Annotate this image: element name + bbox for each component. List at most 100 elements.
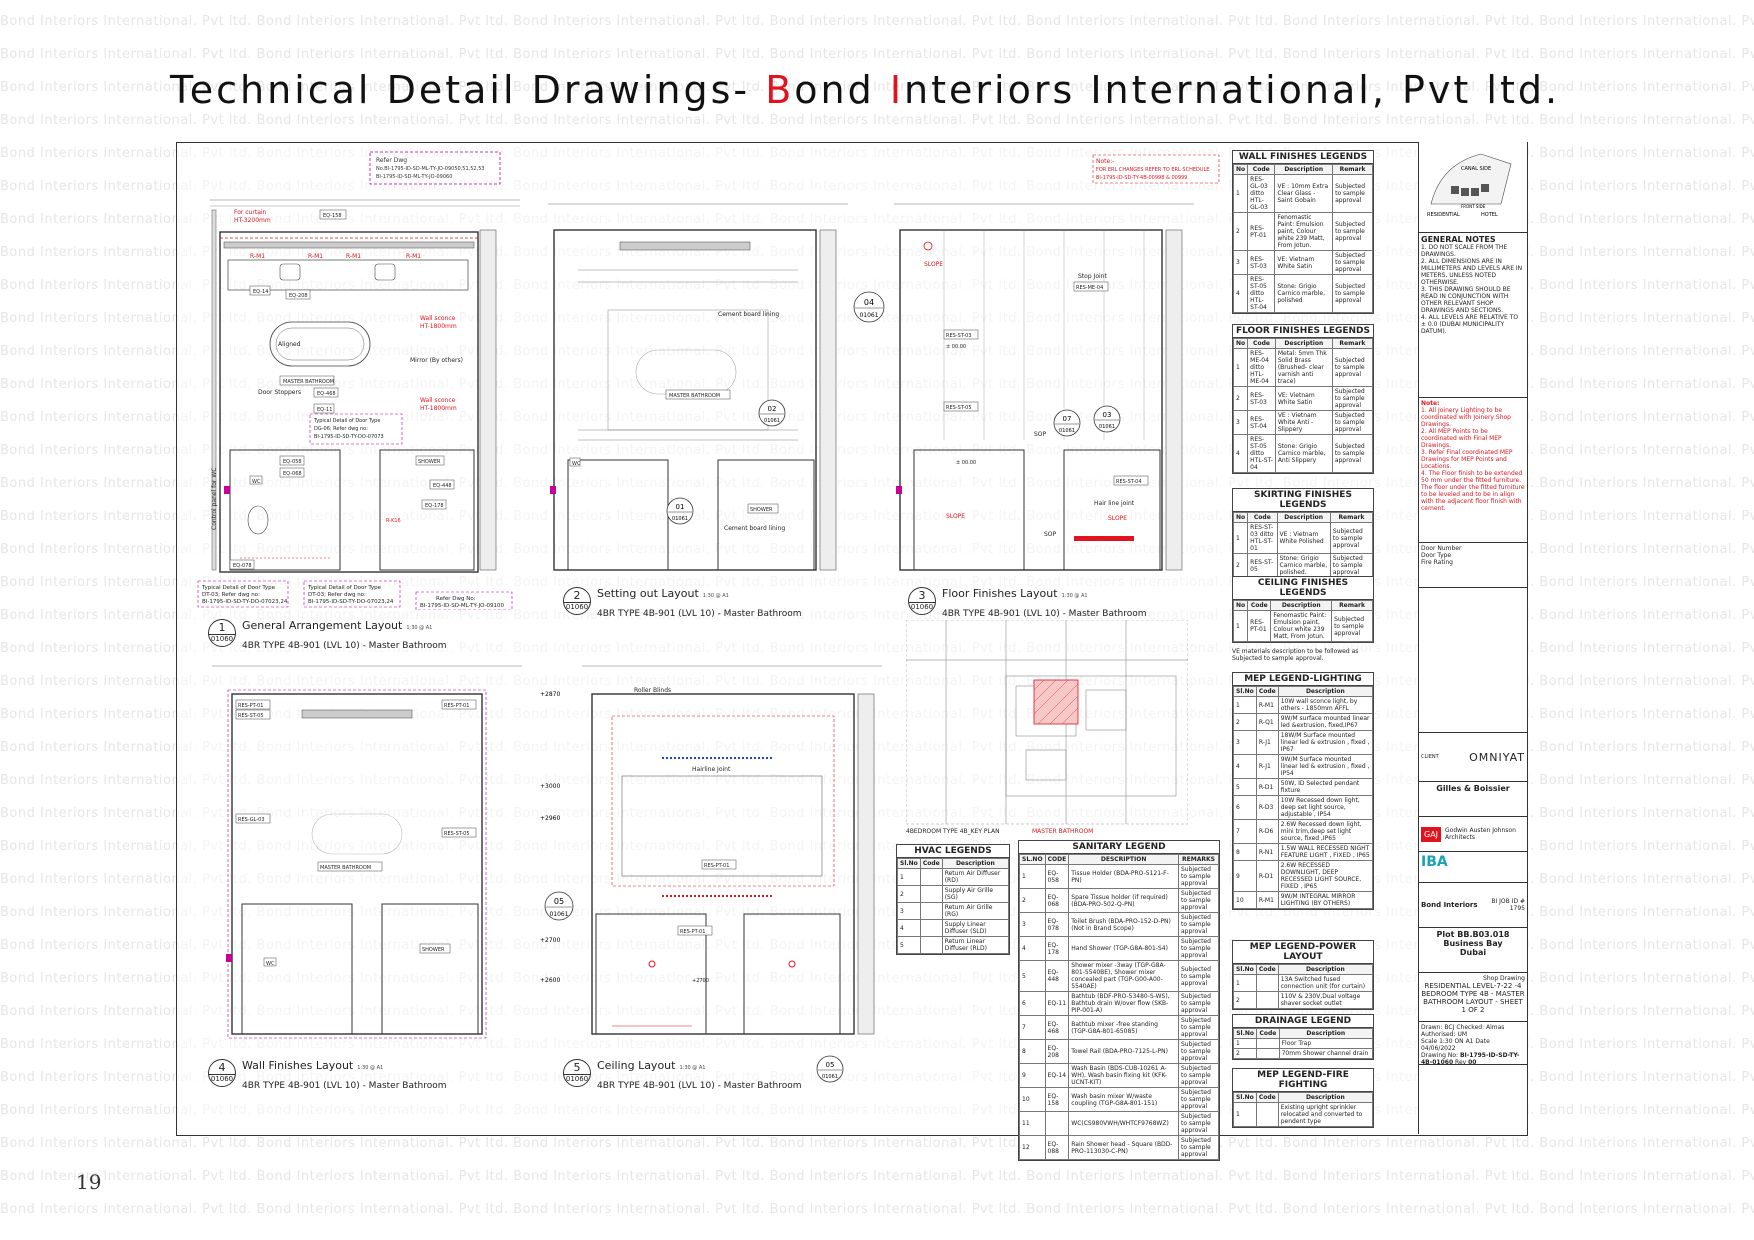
plan1-shower: SHOWER	[418, 459, 441, 465]
legend-cell: 8	[1019, 1039, 1046, 1064]
plan1-door-note-2b: DT-03; Refer dwg no:	[308, 592, 366, 598]
legend-cell: Subjected to sample approval	[1178, 1087, 1219, 1112]
legend-cell: 1	[897, 868, 921, 886]
ve-note-line2: Subjected to sample approval.	[1232, 655, 1324, 662]
watermark-line: Bond Interiors International. Pvt ltd. B…	[0, 47, 1754, 62]
legend-cell: 9W/M surface mounted linear led &extrusi…	[1277, 713, 1374, 731]
legend-cell: RES-ST-03 ditto HTL-ST-01	[1247, 522, 1278, 554]
legend-row: 2 R-Q1 9W/M surface mounted linear led &ex…	[1233, 713, 1374, 731]
red-note-4: 4. The Floor finish to be extended 50 mm…	[1421, 470, 1525, 512]
view-subtitle: 4BR TYPE 4B-901 (LVL 10) - Master Bathro…	[597, 609, 802, 619]
legend-cell: EQ-158	[1044, 1087, 1070, 1112]
marker-03-num: 03	[1103, 411, 1112, 419]
legend-cell: Subjected to sample approval	[1331, 434, 1374, 473]
plan1-door-stoppers: Door Stoppers	[258, 389, 301, 396]
view-title: Setting out Layout	[597, 587, 699, 600]
key-map: CANAL SIDE RESIDENTIAL HOTEL FRONT SIDE	[1419, 142, 1527, 233]
legend-cell: R-D1	[1255, 860, 1279, 892]
legend-cell: Subjected to sample approval	[1178, 864, 1219, 889]
view-subtitle: 4BR TYPE 4B-901 (LVL 10) - Master Bathro…	[242, 1081, 447, 1091]
plan1-aligned: Aligned	[278, 341, 301, 348]
legend-row: 4 RES-ST-05 ditto HTL-ST-04 Stone: Grigio …	[1232, 274, 1373, 313]
legend-cell: VE: Vietnam White Satin	[1274, 386, 1333, 411]
legend-cell: R-D3	[1255, 795, 1279, 820]
legend-cell: Subjected to sample approval	[1178, 991, 1219, 1016]
legend-cell: RES-ST-03	[1247, 386, 1276, 411]
legend-cell: Subjected to sample approval	[1332, 274, 1373, 313]
legend-cell	[919, 919, 943, 937]
skirting-finishes-title: SKIRTING FINISHES LEGENDS	[1233, 489, 1373, 512]
door-legend-number: Door Number	[1421, 545, 1462, 552]
legend-row: 4 EQ-178 Hand Shower (TGP-G8A-801-S4) Subje…	[1019, 936, 1219, 961]
legend-cell: RES-ST-05	[1247, 553, 1278, 578]
legend-cell: R-N1	[1255, 843, 1279, 861]
date-label: Date	[1475, 1038, 1490, 1045]
legend-cell: 4	[1233, 754, 1257, 779]
legend-cell	[1255, 991, 1279, 1009]
hvac-legend-table: Sl.No Code Description 1 Return Air Diffuser…	[897, 858, 1010, 954]
plan1-wall-sconce-2: Wall sconce	[420, 397, 456, 404]
legend-cell: 9	[1019, 1063, 1046, 1088]
title-part: Technical Detail Drawings-	[170, 68, 766, 112]
plan1-refer-nos: No.BI-1795-ID-SD-ML-TY-JO-09050,51,52,53	[376, 166, 485, 172]
view-caption-1: 1 01060 General Arrangement Layout 1:30 @ …	[208, 614, 446, 652]
legend-cell: 2	[1232, 553, 1249, 578]
legend-header-cell: Description	[941, 858, 1010, 869]
view-number-circle: 1 01060	[208, 619, 236, 647]
legend-cell: 7	[1019, 1015, 1046, 1040]
fire-fighting-table: Sl.No Code Description 1 Existing upright sp…	[1233, 1092, 1374, 1127]
project-box: Plot BB.B03.018 Business Bay Dubai	[1419, 928, 1527, 973]
legend-cell: Subjected to sample approval	[1329, 522, 1374, 554]
view-caption-3: 3 01060 Floor Finishes Layout 1:30 @ A1 4BR…	[908, 582, 1146, 620]
level-tag-3000: +3000	[540, 783, 560, 790]
plan1-door-notes: Typical Detail of Door Type DT-03; Refer…	[196, 580, 526, 610]
legend-cell	[919, 885, 943, 903]
title-letter-b: B	[765, 68, 795, 112]
plan1-refer-nos2: BI-1795-ID-SD-ML-TY-JO-09060	[376, 174, 452, 180]
plan3-res-st03: RES-ST-03	[946, 333, 972, 339]
project-plot: Plot BB.B03.018	[1436, 930, 1510, 939]
marker-07-ref: 01061	[1059, 428, 1075, 434]
view-scale: 1:30 @ A1	[1061, 593, 1088, 599]
floor-finishes-table: No Code Description Remark 1 RES-ME-04 ditto …	[1232, 338, 1374, 473]
general-note-1: 1. DO NOT SCALE FROM THE DRAWINGS.	[1421, 244, 1508, 258]
legend-cell: 3	[1232, 250, 1249, 275]
plan1-eq068: EQ-068	[283, 471, 302, 477]
marker-03-ref: 01061	[1099, 424, 1115, 430]
plan1-eq058: EQ-058	[283, 459, 302, 465]
plan1-door-note-1b: DT-03; Refer dwg no:	[202, 592, 260, 598]
view-title: Floor Finishes Layout	[942, 587, 1058, 600]
plan3-res-st05: RES-ST-05	[946, 405, 972, 411]
plan1-rm1: R-M1	[250, 253, 265, 260]
legend-row: 10 EQ-158 Wash basin mixer W/waste couplin…	[1019, 1087, 1219, 1112]
plan4-res-st05: RES-ST-05	[238, 713, 264, 719]
legend-row: 7 R-D6 2.6W Recessed down light, mini trim…	[1233, 819, 1374, 844]
plan1-wall-sconce-ht: HT-1800mm	[420, 323, 457, 330]
legend-cell: 2	[1232, 212, 1249, 251]
plan5-hairline: Hairline Joint	[692, 766, 731, 773]
fire-fighting-title: MEP LEGEND-FIRE FIGHTING	[1233, 1069, 1373, 1092]
plan1-eq448: EQ-448	[433, 483, 452, 489]
plan3-res-me04: RES-ME-04	[1076, 285, 1103, 291]
section-marker-05b: 05 01061	[815, 1054, 845, 1084]
legend-cell: R-J1	[1255, 730, 1279, 755]
legend-row: 3 RES-ST-03 VE: Vietnam White Satin Subject…	[1232, 250, 1373, 275]
legend-cell: Fenomastic Paint: Emulsion paint, Colour…	[1274, 212, 1334, 251]
legend-header-cell: Code	[1247, 600, 1272, 611]
legend-cell: VE: Vietnam White Satin	[1274, 250, 1334, 275]
plan1-master: MASTER BATHROOM	[283, 379, 334, 385]
key-plan-title-text: 4BEDROOM TYPE 4B_KEY PLAN	[906, 828, 1000, 835]
legend-cell: Supply Air Grille (SG)	[941, 885, 1010, 903]
plan1-door-note-1: Typical Detail of Door Type	[201, 585, 276, 591]
level-tag-2700: +2700	[540, 937, 560, 944]
mep-lighting-title: MEP LEGEND-LIGHTING	[1233, 673, 1373, 686]
plan1-eq158: EQ-158	[323, 213, 342, 219]
legend-header-cell: No	[1232, 338, 1249, 349]
legend-cell: 10W Recessed down light, deep set light …	[1277, 795, 1374, 820]
view-number-circle: 4 01060	[208, 1059, 236, 1087]
view-caption-2: 2 01060 Setting out Layout 1:30 @ A1 4BR TY…	[563, 582, 801, 620]
legend-cell	[1256, 1038, 1280, 1049]
legend-header-cell: Code	[1255, 1092, 1279, 1103]
legend-cell: 4	[1019, 936, 1046, 961]
plan2-wc: WC	[572, 461, 581, 467]
